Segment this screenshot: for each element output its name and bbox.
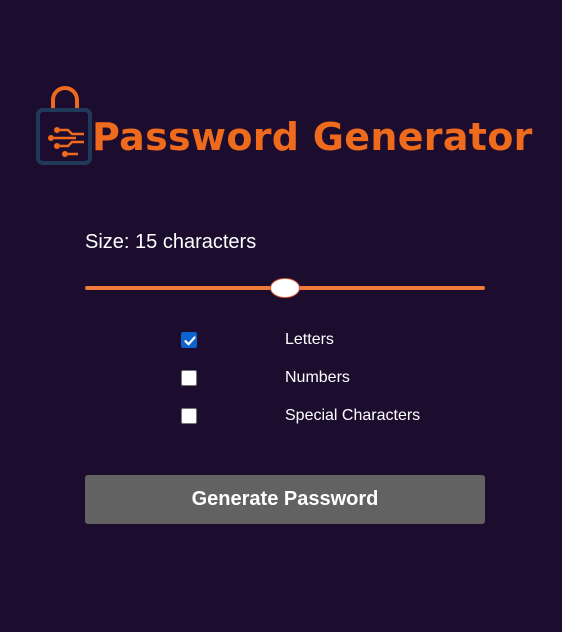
check-icon bbox=[184, 336, 196, 346]
numbers-checkbox[interactable] bbox=[181, 370, 197, 386]
app-title: Password Generator bbox=[92, 115, 533, 159]
size-slider[interactable] bbox=[85, 277, 485, 299]
option-letters: Letters bbox=[180, 329, 480, 367]
slider-thumb[interactable] bbox=[270, 278, 300, 298]
options-list: Letters Numbers Special Characters bbox=[180, 329, 480, 443]
letters-label[interactable]: Letters bbox=[285, 330, 334, 350]
logo: Password Generator bbox=[34, 76, 544, 172]
numbers-label[interactable]: Numbers bbox=[285, 368, 350, 388]
letters-checkbox[interactable] bbox=[181, 332, 197, 348]
option-special-characters: Special Characters bbox=[180, 405, 480, 443]
generate-password-button[interactable]: Generate Password bbox=[85, 475, 485, 524]
special-characters-checkbox[interactable] bbox=[181, 408, 197, 424]
size-label: Size: 15 characters bbox=[85, 230, 256, 254]
size-prefix: Size: bbox=[85, 231, 130, 253]
option-numbers: Numbers bbox=[180, 367, 480, 405]
size-suffix: characters bbox=[162, 231, 257, 253]
size-value: 15 bbox=[135, 231, 158, 253]
special-characters-label[interactable]: Special Characters bbox=[285, 406, 420, 426]
